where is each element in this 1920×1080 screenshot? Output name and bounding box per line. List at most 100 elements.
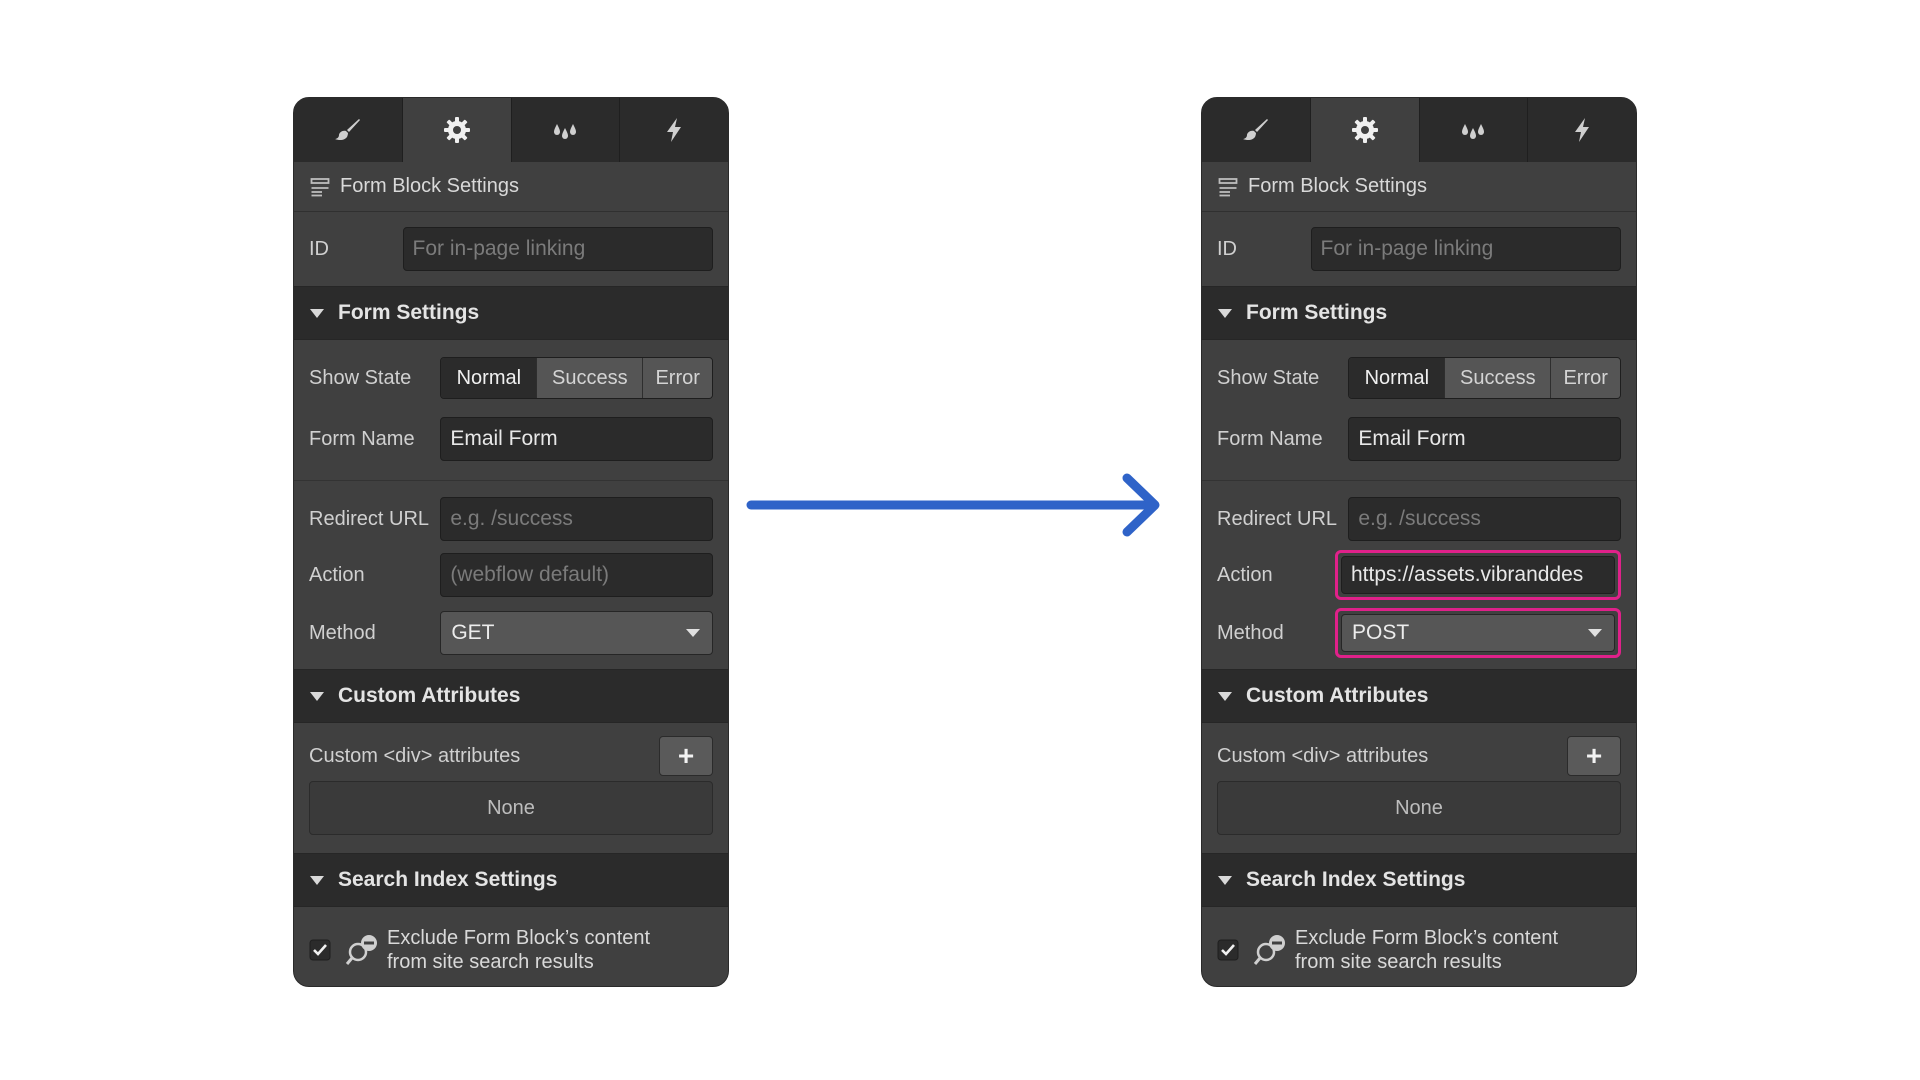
- tab-style-manager[interactable]: [512, 98, 621, 162]
- state-error-button[interactable]: Error: [1551, 358, 1620, 398]
- state-success-button[interactable]: Success: [537, 358, 644, 398]
- search-exclude-icon: [1253, 935, 1285, 965]
- tab-settings[interactable]: [1310, 98, 1420, 162]
- checkbox-icon[interactable]: [1217, 939, 1239, 961]
- drops-icon: [554, 124, 577, 139]
- id-row: ID For in-page linking: [294, 212, 728, 286]
- state-error-button[interactable]: Error: [643, 358, 712, 398]
- collapse-triangle-icon: [1218, 875, 1232, 885]
- collapse-triangle-icon: [310, 308, 324, 318]
- block-title: Form Block Settings: [1248, 175, 1427, 197]
- redirect-row: Redirect URL e.g. /success: [294, 481, 728, 555]
- transition-arrow: [746, 473, 1160, 537]
- block-title: Form Block Settings: [340, 175, 519, 197]
- search-index-header[interactable]: Search Index Settings: [1202, 853, 1636, 907]
- exclude-row: Exclude Form Block’s content from site s…: [294, 907, 728, 986]
- custom-attributes-header[interactable]: Custom Attributes: [294, 669, 728, 723]
- block-header: Form Block Settings: [294, 162, 728, 212]
- action-row: Action https://assets.vibranddes: [1202, 550, 1636, 600]
- state-normal-button[interactable]: Normal: [1349, 358, 1446, 398]
- custom-div-row: Custom <div> attributes +: [1202, 723, 1636, 781]
- block-header: Form Block Settings: [1202, 162, 1636, 212]
- action-input[interactable]: (webflow default): [440, 553, 713, 597]
- custom-div-label: Custom <div> attributes: [309, 744, 521, 767]
- gear-icon: [443, 117, 470, 143]
- panel-tabs: [294, 98, 728, 162]
- tab-style[interactable]: [294, 98, 403, 162]
- collapse-triangle-icon: [1218, 691, 1232, 701]
- id-label: ID: [309, 237, 329, 260]
- redirect-input[interactable]: e.g. /success: [440, 497, 713, 541]
- action-row: Action (webflow default): [294, 553, 728, 597]
- method-select[interactable]: GET: [440, 611, 713, 655]
- tab-interactions[interactable]: [1528, 98, 1636, 162]
- custom-attributes-title: Custom Attributes: [1246, 684, 1429, 707]
- tab-settings[interactable]: [402, 98, 512, 162]
- action-highlight: https://assets.vibranddes: [1335, 550, 1621, 600]
- redirect-input[interactable]: e.g. /success: [1348, 497, 1621, 541]
- method-value: POST: [1352, 621, 1410, 644]
- custom-div-label: Custom <div> attributes: [1217, 744, 1429, 767]
- form-block-icon: [1218, 177, 1238, 196]
- custom-attributes-header[interactable]: Custom Attributes: [1202, 669, 1636, 723]
- brush-icon: [1242, 119, 1268, 141]
- add-attribute-button[interactable]: +: [659, 736, 713, 776]
- method-label: Method: [1217, 621, 1284, 644]
- method-select[interactable]: POST: [1341, 614, 1615, 652]
- form-name-row: Form Name Email Form: [294, 412, 728, 466]
- method-row: Method POST: [1202, 597, 1636, 658]
- method-row: Method GET: [294, 597, 728, 655]
- drops-icon: [1462, 124, 1485, 139]
- show-state-row: Show State Normal Success Error: [294, 340, 728, 412]
- exclude-row: Exclude Form Block’s content from site s…: [1202, 907, 1636, 986]
- brush-icon: [334, 119, 360, 141]
- gear-icon: [1351, 117, 1378, 143]
- collapse-triangle-icon: [310, 691, 324, 701]
- form-settings-title: Form Settings: [1246, 301, 1388, 324]
- redirect-label: Redirect URL: [309, 507, 430, 530]
- exclude-line-1: Exclude Form Block’s content: [387, 927, 651, 949]
- exclude-text: Exclude Form Block’s content from site s…: [1295, 926, 1558, 974]
- attributes-none: None: [309, 781, 713, 835]
- form-name-label: Form Name: [309, 427, 415, 450]
- lightning-icon: [667, 118, 682, 142]
- search-exclude-icon: [345, 935, 377, 965]
- custom-div-row: Custom <div> attributes +: [294, 723, 728, 781]
- exclude-line-2: from site search results: [387, 951, 594, 973]
- tab-style[interactable]: [1202, 98, 1311, 162]
- method-highlight: POST: [1335, 608, 1621, 658]
- attributes-list: None: [1202, 781, 1636, 835]
- tab-interactions[interactable]: [620, 98, 728, 162]
- exclude-text: Exclude Form Block’s content from site s…: [387, 926, 650, 974]
- form-block-icon: [310, 177, 330, 196]
- state-segmented-control: Normal Success Error: [1348, 357, 1621, 399]
- form-settings-header[interactable]: Form Settings: [1202, 286, 1636, 340]
- collapse-triangle-icon: [310, 875, 324, 885]
- add-attribute-button[interactable]: +: [1567, 736, 1621, 776]
- id-input[interactable]: For in-page linking: [402, 227, 713, 271]
- chevron-down-icon: [1588, 629, 1602, 637]
- id-row: ID For in-page linking: [1202, 212, 1636, 286]
- search-index-title: Search Index Settings: [1246, 868, 1466, 891]
- tab-style-manager[interactable]: [1420, 98, 1529, 162]
- form-name-input[interactable]: Email Form: [1348, 417, 1621, 461]
- id-input[interactable]: For in-page linking: [1310, 227, 1621, 271]
- state-segmented-control: Normal Success Error: [440, 357, 713, 399]
- checkbox-icon[interactable]: [309, 939, 331, 961]
- redirect-row: Redirect URL e.g. /success: [1202, 481, 1636, 555]
- redirect-label: Redirect URL: [1217, 507, 1338, 530]
- attributes-list: None: [294, 781, 728, 835]
- settings-panel-before: Form Block Settings ID For in-page linki…: [293, 97, 729, 987]
- show-state-row: Show State Normal Success Error: [1202, 340, 1636, 412]
- method-value: GET: [451, 621, 495, 644]
- search-index-title: Search Index Settings: [338, 868, 558, 891]
- state-success-button[interactable]: Success: [1445, 358, 1552, 398]
- form-name-input[interactable]: Email Form: [440, 417, 713, 461]
- panel-tabs: [1202, 98, 1636, 162]
- search-index-header[interactable]: Search Index Settings: [294, 853, 728, 907]
- action-input[interactable]: https://assets.vibranddes: [1341, 556, 1615, 594]
- form-settings-title: Form Settings: [338, 301, 480, 324]
- form-settings-header[interactable]: Form Settings: [294, 286, 728, 340]
- state-normal-button[interactable]: Normal: [441, 358, 538, 398]
- chevron-down-icon: [686, 629, 700, 637]
